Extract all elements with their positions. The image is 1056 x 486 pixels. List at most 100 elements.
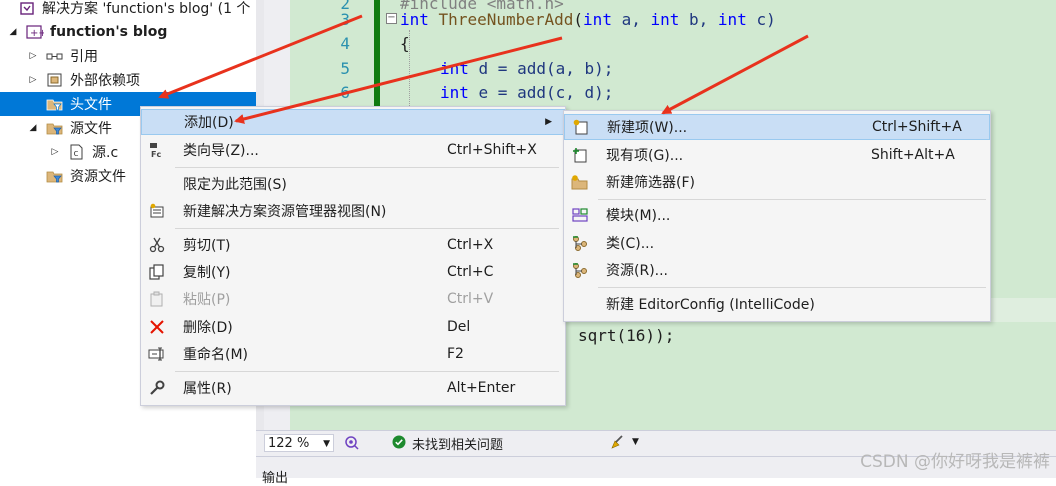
check-circle-icon — [392, 435, 406, 453]
expand-triangle-icon[interactable]: ▷ — [50, 147, 60, 157]
svg-text:c: c — [74, 149, 79, 159]
menu-item-label: 类向导(Z)... — [183, 143, 259, 159]
menu-item-new-view[interactable]: 新建解决方案资源管理器视图(N) — [141, 198, 565, 224]
menu-item-label: 资源(R)... — [606, 263, 669, 279]
resource-icon — [570, 260, 590, 280]
existing-item-icon — [570, 145, 590, 165]
menu-item-paste[interactable]: 粘贴(P) Ctrl+V — [141, 286, 565, 312]
zoom-select[interactable]: 122 % ▼ — [264, 434, 334, 452]
menu-separator — [175, 167, 559, 168]
tree-item-label: 源文件 — [70, 121, 112, 137]
menu-item-label: 限定为此范围(S) — [183, 177, 287, 193]
tree-item-label: 头文件 — [70, 97, 112, 113]
outline-collapse-icon[interactable]: − — [386, 13, 397, 24]
paste-icon — [147, 289, 167, 309]
solution-icon — [18, 0, 36, 16]
submenu-item-new-filter[interactable]: 新建筛选器(F) — [564, 169, 990, 195]
menu-item-label: 新建 EditorConfig (IntelliCode) — [606, 297, 815, 313]
menu-item-shortcut: Ctrl+C — [447, 264, 494, 280]
menu-item-shortcut: F2 — [447, 346, 464, 362]
menu-item-properties[interactable]: 属性(R) Alt+Enter — [141, 375, 565, 401]
expand-triangle-icon[interactable]: ▷ — [28, 51, 38, 61]
tree-item-label: function's blog — [50, 24, 168, 40]
filter-folder-icon — [46, 120, 64, 136]
tree-item-references[interactable]: ▷ 引用 — [0, 44, 256, 68]
tree-item-label: 解决方案 'function's blog' (1 个 — [42, 1, 251, 17]
add-submenu: 新建项(W)... Ctrl+Shift+A 现有项(G)... Shift+A… — [563, 110, 991, 322]
context-menu: 添加(D) ▶ Fc 类向导(Z)... Ctrl+Shift+X 限定为此范围… — [140, 106, 566, 406]
menu-item-delete[interactable]: 删除(D) Del — [141, 314, 565, 340]
menu-item-label: 新建项(W)... — [607, 120, 688, 136]
submenu-item-existing-item[interactable]: 现有项(G)... Shift+Alt+A — [564, 142, 990, 168]
line-number: 4 — [340, 34, 350, 53]
menu-item-label: 现有项(G)... — [606, 148, 684, 164]
delete-icon — [147, 317, 167, 337]
menu-item-shortcut: Del — [447, 319, 471, 335]
new-filter-icon — [570, 172, 590, 192]
menu-item-label: 重命名(M) — [183, 347, 249, 363]
rename-icon — [147, 344, 167, 364]
svg-text:++: ++ — [30, 28, 44, 39]
cut-icon — [147, 235, 167, 255]
cleanup-brush-icon[interactable]: ▼ — [610, 434, 639, 450]
code-line-5: int d = add(a, b); — [440, 59, 614, 78]
submenu-item-resource[interactable]: 资源(R)... — [564, 257, 990, 283]
code-fragment: sqrt(16)); — [578, 326, 675, 345]
menu-item-label: 模块(M)... — [606, 208, 671, 224]
tree-item-label: 引用 — [70, 49, 98, 65]
menu-item-class-wizard[interactable]: Fc 类向导(Z)... Ctrl+Shift+X — [141, 137, 565, 163]
watermark: CSDN @你好呀我是裤裤 — [860, 452, 1050, 472]
expand-triangle-icon[interactable]: ▷ — [28, 75, 38, 85]
menu-separator — [175, 371, 559, 372]
menu-item-label: 新建解决方案资源管理器视图(N) — [183, 204, 387, 220]
new-view-icon — [147, 201, 167, 221]
menu-item-shortcut: Alt+Enter — [447, 380, 516, 396]
menu-separator — [598, 287, 986, 288]
menu-separator — [598, 199, 986, 200]
code-line-3: int ThreeNumberAdd(int a, int b, int c) — [400, 10, 776, 29]
submenu-item-new-item[interactable]: 新建项(W)... Ctrl+Shift+A — [564, 114, 990, 140]
new-item-icon — [571, 117, 591, 137]
menu-item-shortcut: Ctrl+Shift+A — [872, 119, 962, 135]
menu-item-label: 剪切(T) — [183, 238, 231, 254]
line-number: 6 — [340, 83, 350, 102]
submenu-item-module[interactable]: 模块(M)... — [564, 202, 990, 228]
menu-item-scope[interactable]: 限定为此范围(S) — [141, 171, 565, 197]
svg-text:Fc: Fc — [151, 150, 161, 158]
menu-item-rename[interactable]: 重命名(M) F2 — [141, 341, 565, 367]
code-line-6: int e = add(c, d); — [440, 83, 614, 102]
tree-item-project[interactable]: ◢ ++ function's blog — [0, 20, 256, 44]
project-icon: ++ — [26, 24, 44, 40]
menu-item-label: 复制(Y) — [183, 265, 231, 281]
tree-item-solution[interactable]: 解决方案 'function's blog' (1 个 — [0, 0, 256, 20]
menu-item-cut[interactable]: 剪切(T) Ctrl+X — [141, 232, 565, 258]
c-file-icon: c — [68, 144, 86, 160]
class-icon — [570, 233, 590, 253]
wrench-icon — [147, 378, 167, 398]
submenu-item-editorconfig[interactable]: 新建 EditorConfig (IntelliCode) — [564, 291, 990, 317]
copy-icon — [147, 262, 167, 282]
menu-item-shortcut: Ctrl+V — [447, 291, 494, 307]
collapse-triangle-icon[interactable]: ◢ — [28, 123, 38, 133]
issues-text: 未找到相关问题 — [412, 438, 504, 453]
zoom-value: 122 % — [268, 436, 310, 451]
menu-item-label: 类(C)... — [606, 236, 655, 252]
filter-folder-icon — [46, 96, 64, 112]
menu-item-label: 新建筛选器(F) — [606, 175, 695, 191]
issues-indicator[interactable]: 未找到相关问题 — [392, 434, 503, 453]
filter-folder-icon — [46, 168, 64, 184]
intellicode-icon[interactable] — [344, 435, 360, 455]
tree-item-external-deps[interactable]: ▷ 外部依赖项 — [0, 68, 256, 92]
change-tracking-bar — [374, 0, 380, 108]
class-wizard-icon: Fc — [147, 140, 167, 160]
menu-item-label: 粘贴(P) — [183, 292, 231, 308]
collapse-triangle-icon[interactable]: ◢ — [8, 27, 18, 37]
submenu-item-class[interactable]: 类(C)... — [564, 230, 990, 256]
menu-item-add[interactable]: 添加(D) ▶ — [141, 109, 565, 135]
menu-item-label: 添加(D) — [184, 115, 234, 131]
menu-item-label: 删除(D) — [183, 320, 233, 336]
line-number: 3 — [340, 10, 350, 29]
line-number: 5 — [340, 59, 350, 78]
menu-item-shortcut: Ctrl+Shift+X — [447, 142, 537, 158]
menu-item-copy[interactable]: 复制(Y) Ctrl+C — [141, 259, 565, 285]
